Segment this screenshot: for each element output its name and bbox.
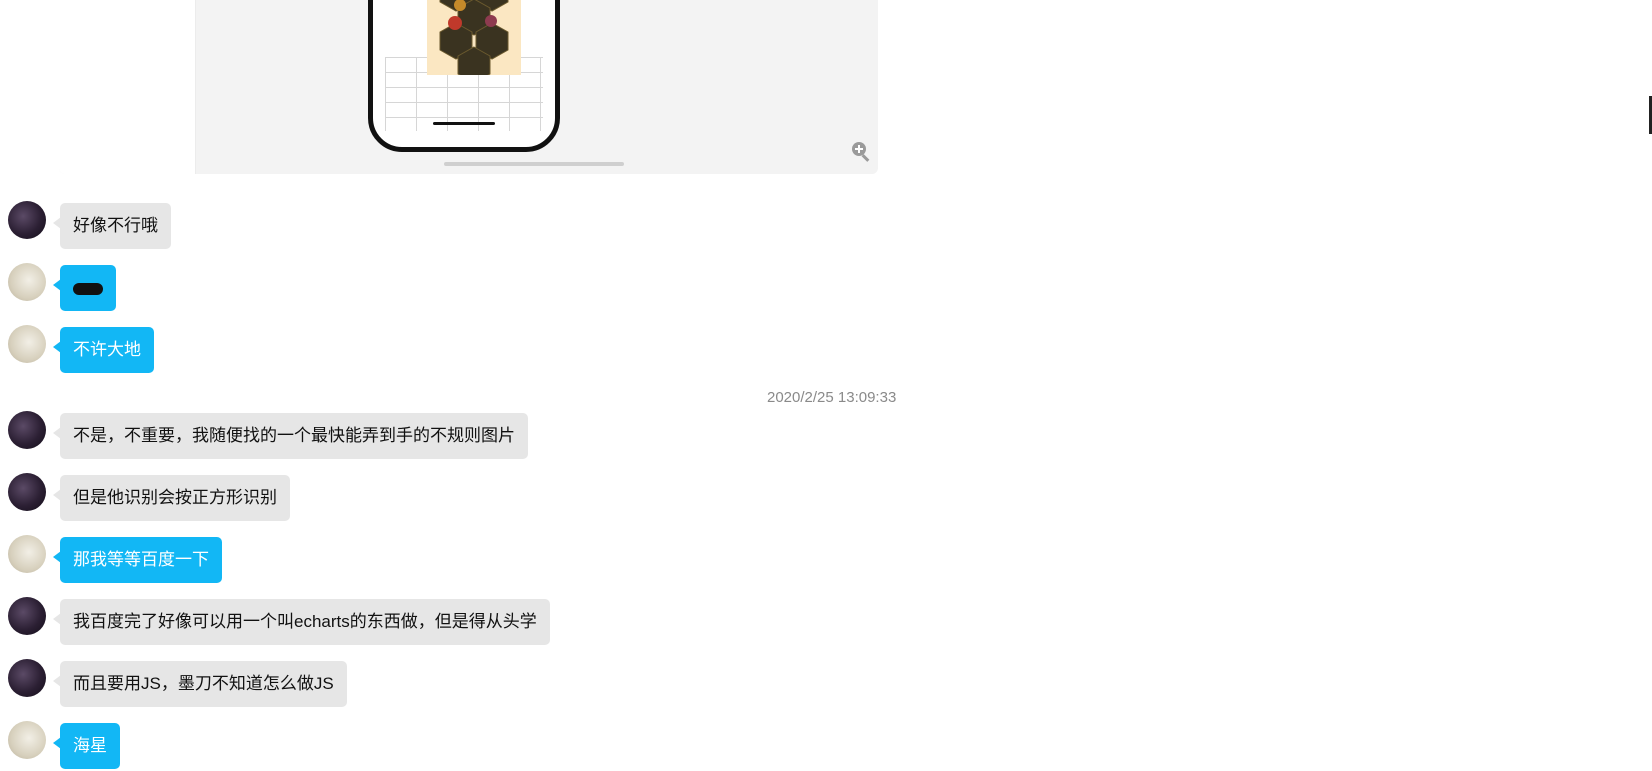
message-bubble[interactable]: 而且要用JS，墨刀不知道怎么做JS	[60, 661, 347, 707]
avatar[interactable]	[8, 535, 46, 573]
shared-image-preview[interactable]	[59, 0, 878, 174]
hex-board-graphic	[439, 0, 509, 75]
avatar[interactable]	[8, 411, 46, 449]
preview-side-panel	[59, 0, 196, 174]
redacted-mark	[73, 282, 103, 295]
avatar[interactable]	[8, 473, 46, 511]
message-bubble[interactable]: 但是他识别会按正方形识别	[60, 475, 290, 521]
message-bubble[interactable]: 好像不行哦	[60, 203, 171, 249]
home-indicator	[433, 122, 495, 125]
phone-mockup	[368, 0, 560, 152]
avatar[interactable]	[8, 659, 46, 697]
hex-game-board	[427, 0, 521, 75]
message-bubble[interactable]: 那我等等百度一下	[60, 537, 222, 583]
message-bubble[interactable]: 不许大地	[60, 327, 154, 373]
message-bubble[interactable]: 不是，不重要，我随便找的一个最快能弄到手的不规则图片	[60, 413, 528, 459]
zoom-in-icon[interactable]	[850, 140, 872, 162]
horizontal-scrollbar[interactable]	[444, 162, 624, 166]
avatar[interactable]	[8, 597, 46, 635]
message-bubble[interactable]	[60, 265, 116, 311]
avatar[interactable]	[8, 263, 46, 301]
avatar[interactable]	[8, 201, 46, 239]
message-timestamp: 2020/2/25 13:09:33	[767, 389, 897, 406]
message-bubble[interactable]: 我百度完了好像可以用一个叫echarts的东西做，但是得从头学	[60, 599, 550, 645]
avatar[interactable]	[8, 721, 46, 759]
message-bubble[interactable]: 海星	[60, 723, 120, 769]
avatar[interactable]	[8, 325, 46, 363]
